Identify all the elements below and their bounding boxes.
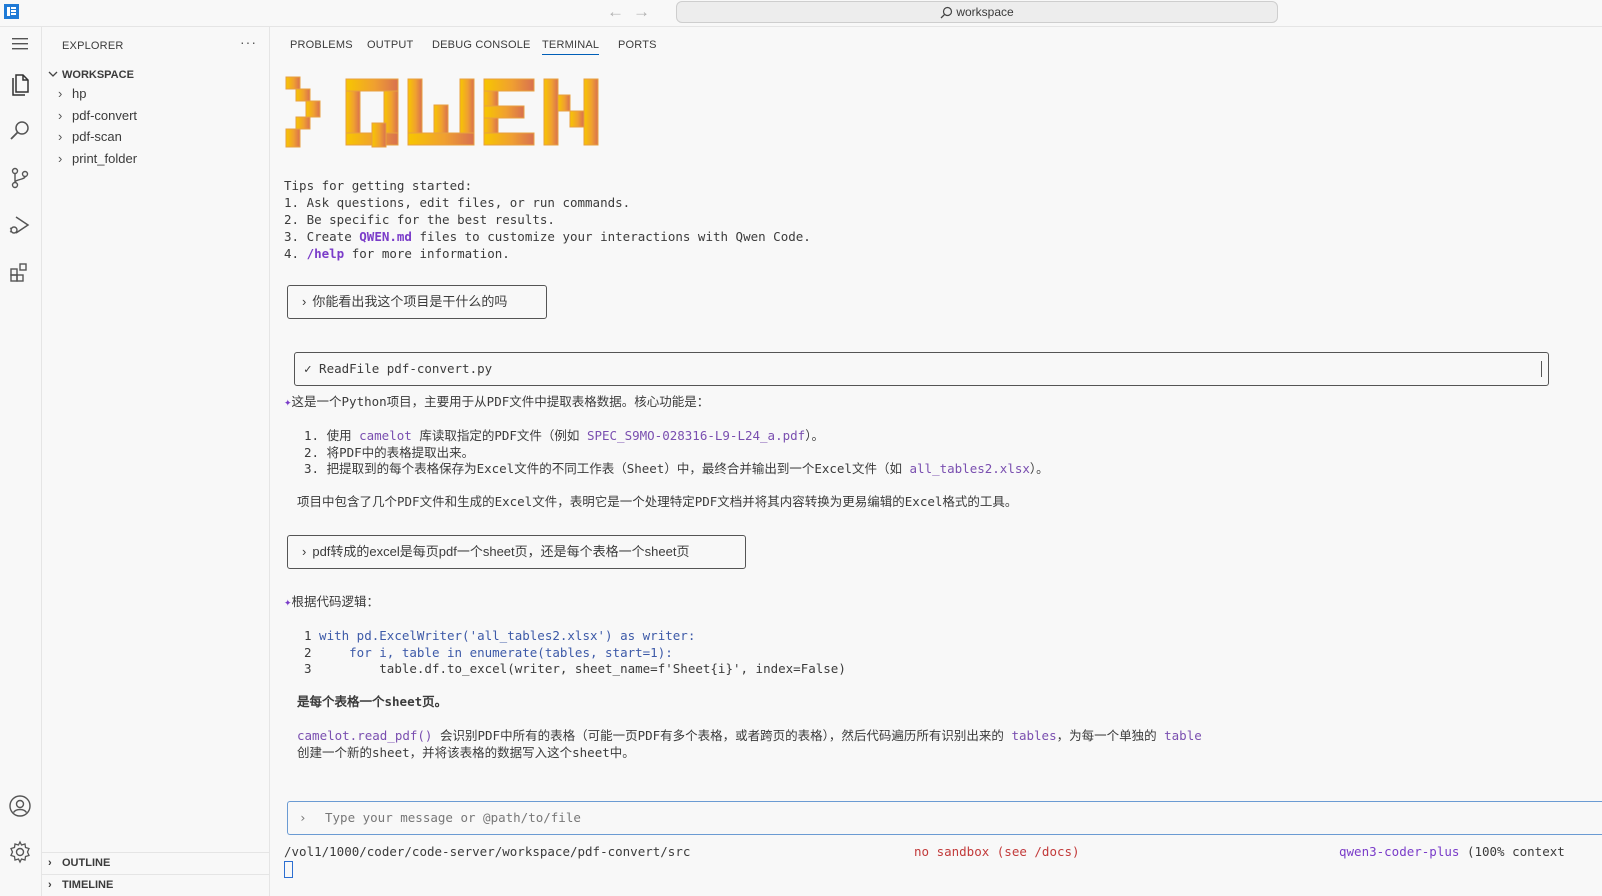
prompt-chevron-icon: › xyxy=(299,810,307,825)
user-message-box: › 你能看出我这个项目是干什么的吗 xyxy=(287,285,547,319)
readfile-tool-box: ✓ ReadFile pdf-convert.py xyxy=(294,352,1549,386)
code-line-1: 1 with pd.ExcelWriter('all_tables2.xlsx'… xyxy=(304,628,696,643)
answer-1-item-2: 2. 将PDF中的表格提取出来。 xyxy=(304,445,475,460)
tip-2: 2. Be specific for the best results. xyxy=(284,212,555,227)
chevron-right-icon: › xyxy=(58,86,63,101)
tips-title: Tips for getting started: xyxy=(284,178,473,193)
explorer-sidebar: EXPLORER ··· WORKSPACE › hp › pdf-convert … xyxy=(42,27,270,896)
tree-item-label: pdf-convert xyxy=(72,108,138,123)
tree-item-label: hp xyxy=(72,86,87,101)
status-sandbox: no sandbox (see /docs) xyxy=(914,844,1080,859)
search-box-text: workspace xyxy=(956,5,1014,19)
app-logo-icon[interactable] xyxy=(3,3,20,20)
workspace-label: WORKSPACE xyxy=(62,69,134,81)
tree-item-pdf-convert[interactable]: › pdf-convert xyxy=(58,105,137,127)
user-message-text: 你能看出我这个项目是干什么的吗 xyxy=(312,294,508,309)
extensions-icon[interactable] xyxy=(7,259,33,285)
user-message-text: pdf转成的excel是每页pdf一个sheet页，还是每个表格一个sheet页 xyxy=(312,544,690,559)
search-icon[interactable] xyxy=(7,118,33,144)
command-center-search[interactable]: workspace xyxy=(676,1,1278,23)
answer-1-item-1: 1. 使用 camelot 库读取指定的PDF文件（例如 SPEC_S9MO-0… xyxy=(304,428,824,443)
timeline-section-header[interactable]: › TIMELINE xyxy=(42,874,269,896)
tree-item-label: pdf-scan xyxy=(72,129,122,144)
search-icon xyxy=(940,6,953,19)
forward-arrow-icon[interactable]: → xyxy=(633,2,650,22)
tip-4: 4. /help for more information. xyxy=(284,246,510,261)
sparkle-icon: ✦ xyxy=(284,394,292,409)
answer-2-conclusion: 是每个表格一个sheet页。 xyxy=(297,694,448,709)
settings-gear-icon[interactable] xyxy=(7,839,33,865)
status-model: qwen3-coder-plus (100% context xyxy=(1339,844,1565,859)
tree-item-pdf-scan[interactable]: › pdf-scan xyxy=(58,126,122,148)
tree-item-label: print_folder xyxy=(72,151,138,166)
source-control-icon[interactable] xyxy=(7,165,33,191)
status-path: /vol1/1000/coder/code-server/workspace/p… xyxy=(284,844,691,859)
code-line-2: 2 for i, table in enumerate(tables, star… xyxy=(304,645,673,660)
explorer-files-icon[interactable] xyxy=(7,71,33,97)
account-icon[interactable] xyxy=(7,793,33,819)
readfile-text: ✓ ReadFile pdf-convert.py xyxy=(304,361,493,376)
qwen-logo xyxy=(285,76,599,148)
title-bar: ← → workspace xyxy=(0,0,1602,27)
chevron-right-icon: › xyxy=(58,151,63,166)
tree-item-hp[interactable]: › hp xyxy=(58,83,86,105)
activity-bar xyxy=(0,27,42,896)
bottom-panel: PROBLEMS OUTPUT DEBUG CONSOLE TERMINAL P… xyxy=(270,27,1602,896)
explorer-title: EXPLORER xyxy=(62,40,124,52)
terminal[interactable]: Tips for getting started: 1. Ask questio… xyxy=(270,27,1602,896)
terminal-cursor xyxy=(284,861,293,878)
answer-2-detail-2: 创建一个新的sheet，并将该表格的数据写入这个sheet中。 xyxy=(297,745,635,760)
user-message-box: › pdf转成的excel是每页pdf一个sheet页，还是每个表格一个sheet… xyxy=(287,535,746,569)
answer-1-summary: 项目中包含了几个PDF文件和生成的Excel文件，表明它是一个处理特定PDF文档… xyxy=(297,494,1018,509)
back-arrow-icon[interactable]: ← xyxy=(607,2,624,22)
workspace-section-header[interactable]: WORKSPACE xyxy=(42,65,269,85)
tip-3: 3. Create QWEN.md files to customize you… xyxy=(284,229,811,244)
chevron-right-icon: › xyxy=(58,129,63,144)
chevron-right-icon: › xyxy=(58,108,63,123)
outline-section-header[interactable]: › OUTLINE xyxy=(42,852,269,874)
chevron-right-icon: › xyxy=(48,879,52,891)
tree-item-print-folder[interactable]: › print_folder xyxy=(58,148,137,170)
sparkle-icon: ✦ xyxy=(284,594,292,609)
menu-icon[interactable] xyxy=(7,31,33,57)
answer-2-intro: ✦根据代码逻辑： xyxy=(284,594,380,609)
message-input[interactable]: › Type your message or @path/to/file xyxy=(287,801,1602,835)
run-debug-icon[interactable] xyxy=(7,212,33,238)
chevron-right-icon: › xyxy=(48,857,52,869)
input-placeholder: Type your message or @path/to/file xyxy=(325,810,581,825)
chevron-down-icon xyxy=(48,71,58,77)
outline-label: OUTLINE xyxy=(62,857,111,869)
answer-1-intro: ✦这是一个Python项目，主要用于从PDF文件中提取表格数据。核心功能是： xyxy=(284,394,710,409)
answer-1-item-3: 3. 把提取到的每个表格保存为Excel文件的不同工作表（Sheet）中，最终合… xyxy=(304,461,1049,476)
code-line-3: 3 table.df.to_excel(writer, sheet_name=f… xyxy=(304,661,846,676)
answer-2-detail: camelot.read_pdf() 会识别PDF中所有的表格（可能一页PDF有… xyxy=(297,728,1202,743)
more-actions-icon[interactable]: ··· xyxy=(240,34,257,50)
timeline-label: TIMELINE xyxy=(62,879,114,891)
tip-1: 1. Ask questions, edit files, or run com… xyxy=(284,195,631,210)
